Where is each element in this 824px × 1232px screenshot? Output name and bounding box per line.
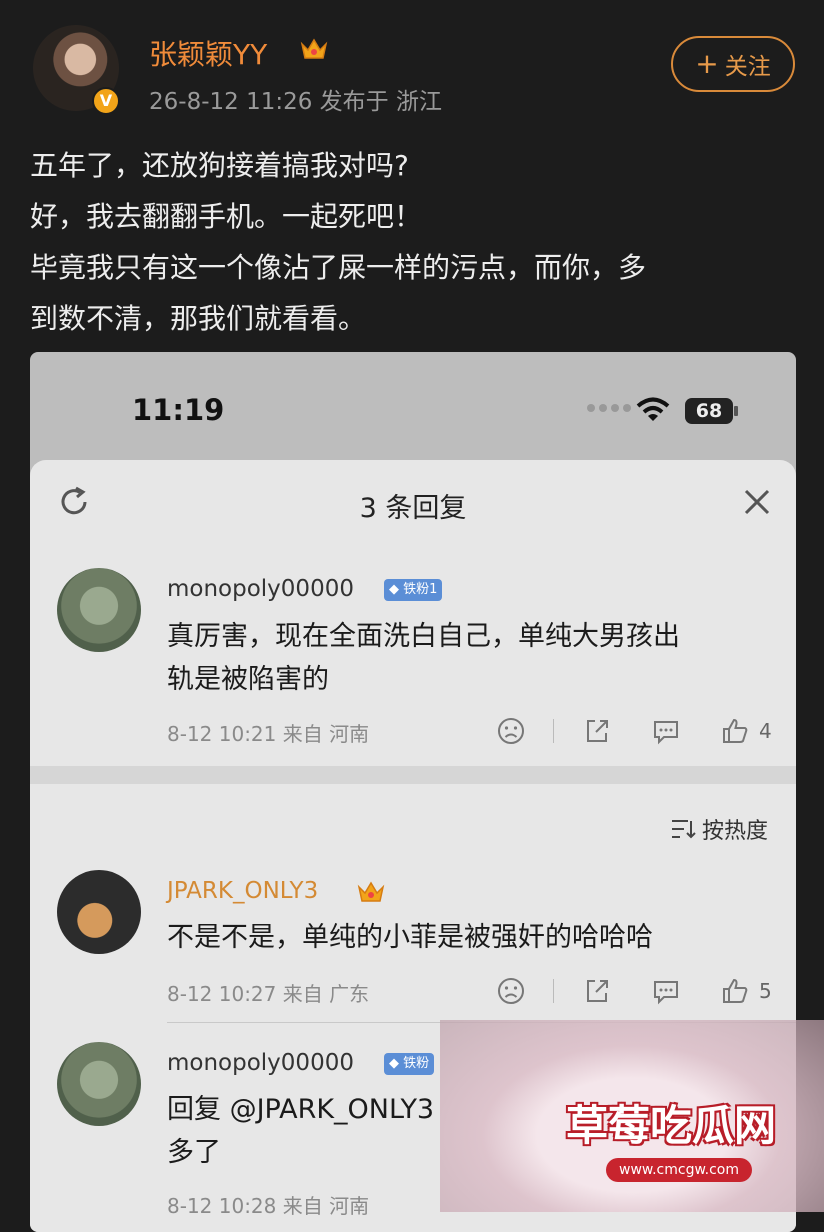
action-divider [553,979,554,1003]
post-line: 毕竟我只有这一个像沾了屎一样的污点，而你，多 [30,251,647,284]
comment-icon[interactable] [651,976,681,1006]
comment-line: 真厉害，现在全面洗白自己，单纯大男孩出 [167,621,680,652]
like-icon[interactable] [720,976,750,1006]
comment-line: 轨是被陷害的 [167,664,329,695]
fan-badge-label: 铁粉 [403,1056,430,1071]
sort-label: 按热度 [702,819,769,844]
vip-crown-icon [300,38,328,59]
comment-text: 真厉害，现在全面洗白自己，单纯大男孩出 轨是被陷害的 [167,615,680,701]
battery-tip [734,406,738,416]
wifi-icon [636,397,670,421]
commenter-avatar[interactable] [57,870,141,954]
comment-text: 不是不是，单纯的小菲是被强奸的哈哈哈 [167,916,653,959]
share-icon[interactable] [582,716,612,746]
fan-badge: ◆ 铁粉1 [384,579,443,601]
commenter-avatar[interactable] [57,568,141,652]
comment-line: 回复 @JPARK_ONLY3 [167,1094,435,1125]
verified-badge-icon: V [92,87,120,115]
comment-meta: 8-12 10:28 来自 河南 [167,1194,370,1218]
sort-toggle[interactable]: 按热度 [670,813,768,845]
commenter-name[interactable]: monopoly00000 [167,576,354,602]
plus-icon: + [695,47,719,80]
vip-crown-icon [357,881,385,902]
follow-label: 关注 [724,54,771,80]
comment-meta: 8-12 10:27 来自 广东 [167,982,370,1006]
fan-badge-label: 铁粉1 [403,582,438,597]
post-body: 五年了，还放狗接着搞我对吗? 好，我去翻翻手机。一起死吧！ 毕竟我只有这一个像沾… [30,140,790,344]
commenter-name[interactable]: monopoly00000 [167,1050,354,1076]
comment-meta: 8-12 10:21 来自 河南 [167,722,370,746]
share-icon[interactable] [582,976,612,1006]
post-line: 到数不清，那我们就看看。 [30,302,367,335]
author-name[interactable]: 张颖颖YY [149,33,267,73]
watermark-logo: 草莓吃瓜网 [566,1101,777,1150]
comment-line: 不是不是，单纯的小菲是被强奸的哈哈哈 [167,922,653,953]
signal-dots-icon [587,404,631,412]
comment-text: 回复 @JPARK_ONLY3 多了 [167,1088,434,1174]
like-icon[interactable] [720,716,750,746]
post-meta: 26-8-12 11:26 发布于 浙江 [149,89,442,115]
dislike-face-icon[interactable] [496,976,526,1006]
action-divider [553,719,554,743]
follow-button[interactable]: + 关注 [671,36,795,92]
dislike-face-icon[interactable] [496,716,526,746]
commenter-name[interactable]: JPARK_ONLY3 [167,878,318,904]
like-count: 5 [759,979,772,1003]
section-divider [30,766,796,784]
comment-line: 多了 [167,1137,221,1168]
fan-badge: ◆ 铁粉 [384,1053,435,1075]
like-count: 4 [759,719,772,743]
close-icon[interactable] [741,486,773,518]
post-line: 五年了，还放狗接着搞我对吗? [30,149,409,182]
comment-icon[interactable] [651,716,681,746]
post-line: 好，我去翻翻手机。一起死吧！ [30,200,423,233]
battery-icon: 68 [685,398,733,424]
sort-icon [672,820,696,839]
status-time: 11:19 [132,393,225,427]
commenter-avatar[interactable] [57,1042,141,1126]
watermark-url: www.cmcgw.com [606,1158,752,1182]
sheet-title: 3 条回复 [359,493,467,524]
